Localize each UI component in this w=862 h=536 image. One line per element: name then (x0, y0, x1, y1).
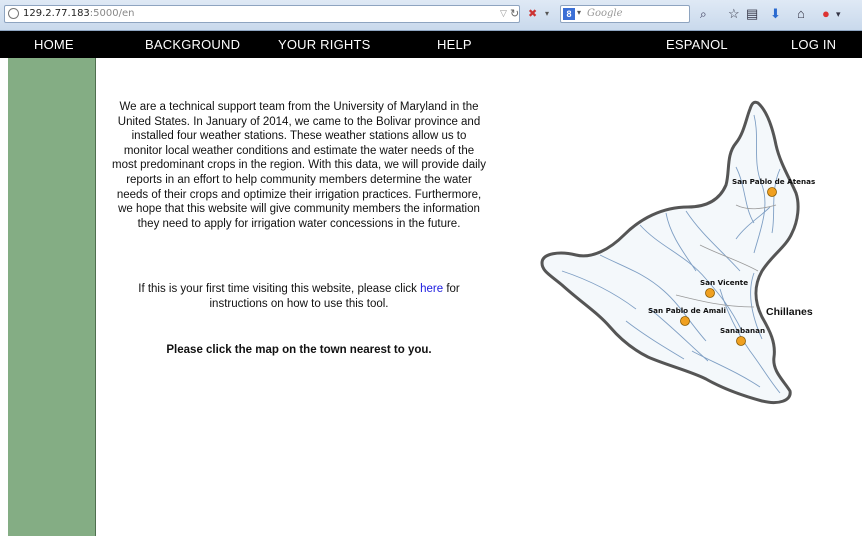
region-map[interactable]: San Pablo de Atenas San Vicente San Pabl… (540, 95, 830, 415)
addon-icon[interactable]: ✖ (528, 8, 540, 20)
nav-background[interactable]: BACKGROUND (145, 37, 240, 52)
main-nav: HOME BACKGROUND YOUR RIGHTS HELP ESPANOL… (0, 31, 862, 58)
search-input[interactable]: Google (587, 8, 623, 19)
intro-text: We are a technical support team from the… (112, 101, 486, 230)
addon-badge-dropdown-icon[interactable]: ▾ (836, 9, 841, 20)
search-icon[interactable]: ⌕ (700, 7, 707, 22)
map-fill (540, 100, 800, 405)
site-identity-icon[interactable] (8, 8, 19, 19)
bookmark-star-icon[interactable]: ☆ (728, 6, 740, 22)
bookmarks-list-icon[interactable]: ▤ (746, 6, 758, 22)
station-marker-san-vicente[interactable] (705, 288, 715, 298)
search-bar[interactable]: 8 ▾ Google (560, 5, 690, 23)
region-label-chillanes: Chillanes (766, 306, 813, 318)
nav-login[interactable]: LOG IN (791, 37, 836, 52)
sidebar (8, 58, 96, 536)
station-marker-san-pablo-de-amali[interactable] (680, 316, 690, 326)
addon-badge-icon[interactable]: ● (822, 6, 830, 21)
url-text[interactable]: 129.2.77.183:5000/en (23, 8, 134, 19)
town-label-sanabanan[interactable]: Sanabanan (720, 326, 765, 335)
station-marker-sanabanan[interactable] (736, 336, 746, 346)
addon-dropdown-icon[interactable]: ▾ (545, 9, 549, 18)
map-instruction: Please click the map on the town nearest… (166, 344, 432, 356)
url-dropdown-icon[interactable]: ▽ (500, 8, 507, 19)
first-time-text: If this is your first time visiting this… (138, 283, 460, 310)
search-engine-icon[interactable]: 8 (563, 8, 575, 20)
nav-espanol[interactable]: ESPANOL (666, 37, 728, 52)
search-engine-dropdown-icon[interactable]: ▾ (577, 8, 581, 17)
town-label-san-pablo-de-amali[interactable]: San Pablo de Amali (648, 306, 726, 315)
reload-icon[interactable]: ↻ (510, 7, 519, 20)
station-marker-san-pablo-de-atenas[interactable] (767, 187, 777, 197)
browser-toolbar: 129.2.77.183:5000/en ▽ ↻ ✖ ▾ 8 ▾ Google … (0, 0, 862, 31)
nav-your-rights[interactable]: YOUR RIGHTS (278, 37, 370, 52)
nav-help[interactable]: HELP (437, 37, 472, 52)
town-label-san-vicente[interactable]: San Vicente (700, 278, 748, 287)
nav-home[interactable]: HOME (34, 37, 74, 52)
instructions-link[interactable]: here (420, 283, 443, 295)
town-label-san-pablo-de-atenas[interactable]: San Pablo de Atenas (732, 177, 815, 186)
address-bar[interactable]: 129.2.77.183:5000/en ▽ ↻ (4, 5, 520, 23)
home-icon[interactable]: ⌂ (797, 6, 805, 21)
download-icon[interactable]: ⬇ (770, 6, 781, 22)
